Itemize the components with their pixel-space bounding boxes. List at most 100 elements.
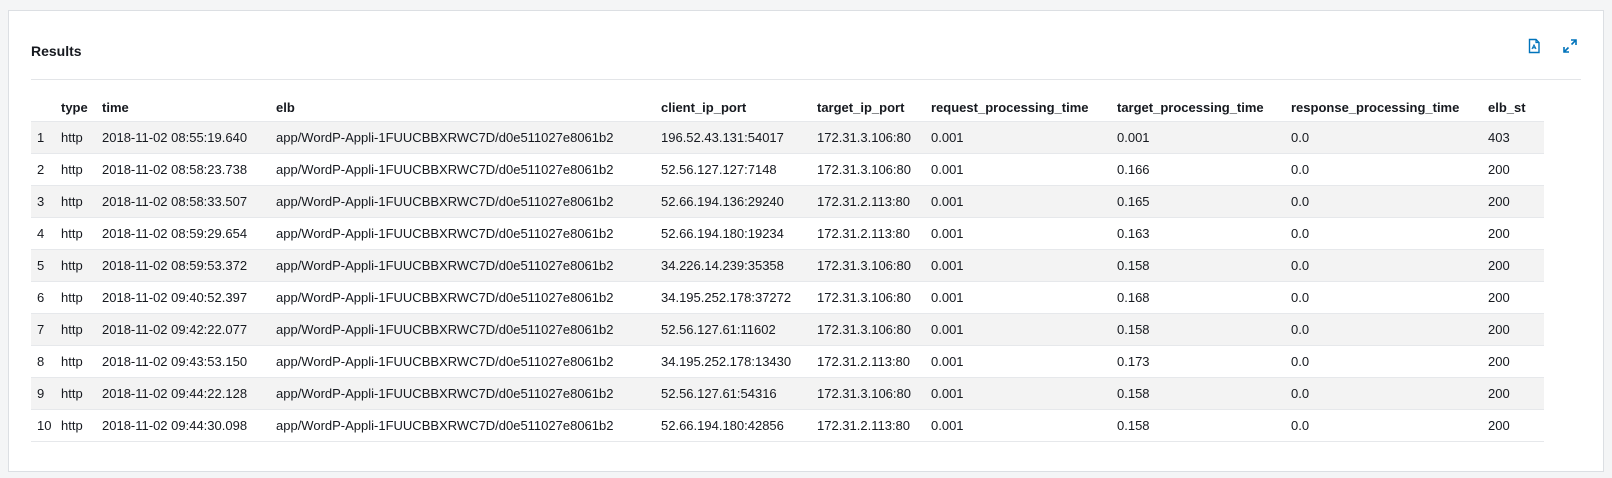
- cell-time: 2018-11-02 08:58:23.738: [98, 153, 272, 186]
- cell-time: 2018-11-02 09:44:22.128: [98, 377, 272, 410]
- column-header-request-processing-time[interactable]: request_processing_time: [927, 93, 1113, 122]
- table-row[interactable]: 4 http 2018-11-02 08:59:29.654 app/WordP-Ap…: [31, 217, 1544, 250]
- cell-elb-status: 200: [1484, 281, 1544, 314]
- expand-icon[interactable]: [1559, 35, 1581, 57]
- cell-elb-status: 200: [1484, 377, 1544, 410]
- cell-request-processing-time: 0.001: [927, 217, 1113, 250]
- cell-request-processing-time: 0.001: [927, 121, 1113, 154]
- cell-target-processing-time: 0.163: [1113, 217, 1287, 250]
- table-row[interactable]: 1 http 2018-11-02 08:55:19.640 app/WordP-Ap…: [31, 121, 1544, 154]
- column-header-elb-status[interactable]: elb_st: [1484, 93, 1544, 122]
- column-header-elb[interactable]: elb: [272, 93, 657, 122]
- cell-request-processing-time: 0.001: [927, 281, 1113, 314]
- column-header-time[interactable]: time: [98, 93, 272, 122]
- cell-target-processing-time: 0.173: [1113, 345, 1287, 378]
- cell-time: 2018-11-02 08:58:33.507: [98, 185, 272, 218]
- cell-target-processing-time: 0.158: [1113, 409, 1287, 442]
- cell-type: http: [57, 345, 98, 378]
- cell-type: http: [57, 153, 98, 186]
- table-header-row: type time elb client_ip_port target_ip_p…: [31, 93, 1544, 122]
- column-header-client-ip-port[interactable]: client_ip_port: [657, 93, 813, 122]
- column-header-index[interactable]: [31, 93, 57, 122]
- cell-request-processing-time: 0.001: [927, 377, 1113, 410]
- cell-client-ip-port: 52.66.194.136:29240: [657, 185, 813, 218]
- table-row[interactable]: 8 http 2018-11-02 09:43:53.150 app/WordP-Ap…: [31, 345, 1544, 378]
- cell-type: http: [57, 409, 98, 442]
- cell-target-processing-time: 0.001: [1113, 121, 1287, 154]
- cell-request-processing-time: 0.001: [927, 185, 1113, 218]
- cell-time: 2018-11-02 08:59:53.372: [98, 249, 272, 282]
- cell-time: 2018-11-02 09:40:52.397: [98, 281, 272, 314]
- cell-elb: app/WordP-Appli-1FUUCBBXRWC7D/d0e511027e…: [272, 121, 657, 154]
- cell-target-ip-port: 172.31.3.106:80: [813, 377, 927, 410]
- cell-target-ip-port: 172.31.2.113:80: [813, 185, 927, 218]
- cell-target-ip-port: 172.31.3.106:80: [813, 249, 927, 282]
- column-header-response-processing-time[interactable]: response_processing_time: [1287, 93, 1484, 122]
- cell-response-processing-time: 0.0: [1287, 409, 1484, 442]
- cell-elb: app/WordP-Appli-1FUUCBBXRWC7D/d0e511027e…: [272, 153, 657, 186]
- table-row[interactable]: 3 http 2018-11-02 08:58:33.507 app/WordP-Ap…: [31, 185, 1544, 218]
- cell-target-processing-time: 0.158: [1113, 313, 1287, 346]
- header-actions: [1523, 35, 1581, 57]
- cell-elb-status: 200: [1484, 153, 1544, 186]
- table-row[interactable]: 9 http 2018-11-02 09:44:22.128 app/WordP-Ap…: [31, 377, 1544, 410]
- column-header-type[interactable]: type: [57, 93, 98, 122]
- cell-type: http: [57, 217, 98, 250]
- cell-row-index: 5: [31, 249, 57, 282]
- table-body: 1 http 2018-11-02 08:55:19.640 app/WordP-Ap…: [31, 121, 1544, 442]
- cell-elb: app/WordP-Appli-1FUUCBBXRWC7D/d0e511027e…: [272, 185, 657, 218]
- cell-client-ip-port: 52.66.194.180:42856: [657, 409, 813, 442]
- cell-target-ip-port: 172.31.3.106:80: [813, 313, 927, 346]
- table-row[interactable]: 7 http 2018-11-02 09:42:22.077 app/WordP-Ap…: [31, 313, 1544, 346]
- cell-target-ip-port: 172.31.2.113:80: [813, 409, 927, 442]
- cell-time: 2018-11-02 09:42:22.077: [98, 313, 272, 346]
- cell-elb: app/WordP-Appli-1FUUCBBXRWC7D/d0e511027e…: [272, 313, 657, 346]
- column-header-target-processing-time[interactable]: target_processing_time: [1113, 93, 1287, 122]
- cell-row-index: 6: [31, 281, 57, 314]
- cell-elb: app/WordP-Appli-1FUUCBBXRWC7D/d0e511027e…: [272, 409, 657, 442]
- cell-elb: app/WordP-Appli-1FUUCBBXRWC7D/d0e511027e…: [272, 281, 657, 314]
- cell-target-processing-time: 0.166: [1113, 153, 1287, 186]
- cell-response-processing-time: 0.0: [1287, 345, 1484, 378]
- cell-time: 2018-11-02 09:44:30.098: [98, 409, 272, 442]
- cell-type: http: [57, 281, 98, 314]
- cell-client-ip-port: 34.226.14.239:35358: [657, 249, 813, 282]
- cell-row-index: 3: [31, 185, 57, 218]
- table-row[interactable]: 6 http 2018-11-02 09:40:52.397 app/WordP-Ap…: [31, 281, 1544, 314]
- cell-type: http: [57, 249, 98, 282]
- cell-request-processing-time: 0.001: [927, 313, 1113, 346]
- cell-response-processing-time: 0.0: [1287, 217, 1484, 250]
- results-title: Results: [31, 43, 82, 59]
- cell-client-ip-port: 52.56.127.61:54316: [657, 377, 813, 410]
- cell-time: 2018-11-02 08:55:19.640: [98, 121, 272, 154]
- cell-client-ip-port: 34.195.252.178:37272: [657, 281, 813, 314]
- table-row[interactable]: 5 http 2018-11-02 08:59:53.372 app/WordP-Ap…: [31, 249, 1544, 282]
- cell-row-index: 1: [31, 121, 57, 154]
- table-row[interactable]: 10 http 2018-11-02 09:44:30.098 app/WordP-A…: [31, 409, 1544, 442]
- cell-response-processing-time: 0.0: [1287, 249, 1484, 282]
- cell-time: 2018-11-02 08:59:29.654: [98, 217, 272, 250]
- cell-time: 2018-11-02 09:43:53.150: [98, 345, 272, 378]
- cell-elb: app/WordP-Appli-1FUUCBBXRWC7D/d0e511027e…: [272, 249, 657, 282]
- cell-response-processing-time: 0.0: [1287, 313, 1484, 346]
- export-pdf-icon[interactable]: [1523, 35, 1545, 57]
- cell-target-ip-port: 172.31.2.113:80: [813, 345, 927, 378]
- column-header-target-ip-port[interactable]: target_ip_port: [813, 93, 927, 122]
- cell-request-processing-time: 0.001: [927, 345, 1113, 378]
- cell-elb-status: 200: [1484, 249, 1544, 282]
- cell-client-ip-port: 52.66.194.180:19234: [657, 217, 813, 250]
- cell-response-processing-time: 0.0: [1287, 377, 1484, 410]
- cell-type: http: [57, 185, 98, 218]
- results-table-wrapper[interactable]: type time elb client_ip_port target_ip_p…: [31, 93, 1581, 442]
- cell-elb-status: 200: [1484, 217, 1544, 250]
- cell-client-ip-port: 52.56.127.127:7148: [657, 153, 813, 186]
- cell-row-index: 7: [31, 313, 57, 346]
- cell-request-processing-time: 0.001: [927, 409, 1113, 442]
- table-row[interactable]: 2 http 2018-11-02 08:58:23.738 app/WordP-Ap…: [31, 153, 1544, 186]
- cell-elb: app/WordP-Appli-1FUUCBBXRWC7D/d0e511027e…: [272, 345, 657, 378]
- cell-elb-status: 200: [1484, 345, 1544, 378]
- cell-type: http: [57, 121, 98, 154]
- cell-row-index: 2: [31, 153, 57, 186]
- cell-client-ip-port: 52.56.127.61:11602: [657, 313, 813, 346]
- cell-response-processing-time: 0.0: [1287, 121, 1484, 154]
